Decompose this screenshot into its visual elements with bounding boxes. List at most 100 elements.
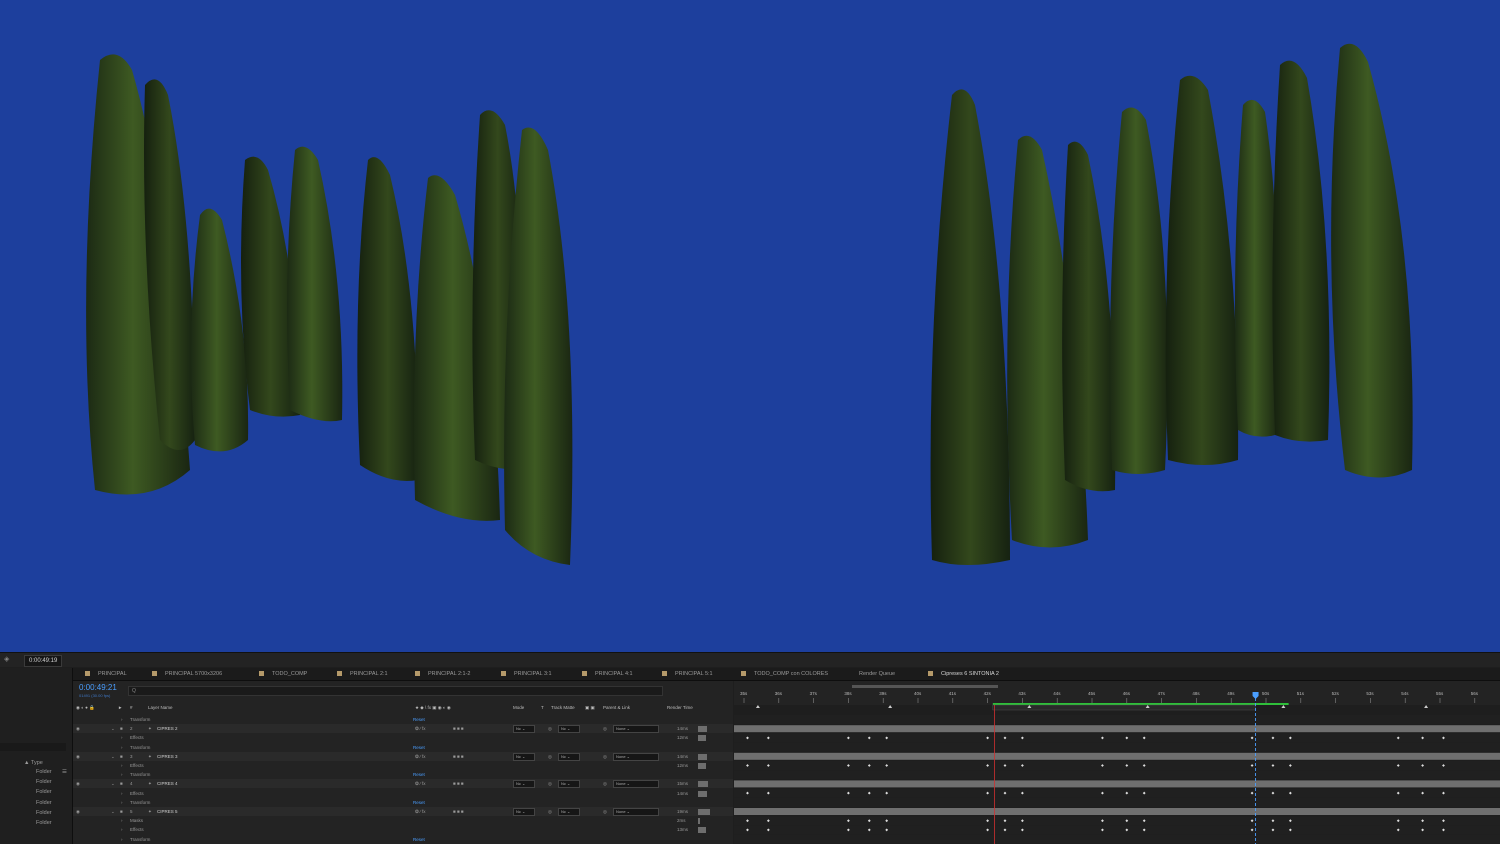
reset-link[interactable]: Reset [413,745,425,750]
property-group-label[interactable]: Effects [130,735,144,740]
project-item[interactable]: Folder [36,800,52,806]
project-item[interactable]: Folder [36,820,52,826]
property-group-label[interactable]: Transform [130,837,150,842]
type-column-header[interactable]: ▲ Type [24,760,43,766]
composition-viewer[interactable] [0,0,1500,652]
property-group-label[interactable]: Effects [130,763,144,768]
expand-chevron-icon[interactable]: › [121,791,123,796]
expand-chevron-icon[interactable]: › [121,837,123,842]
project-item[interactable]: Folder [36,779,52,785]
project-item[interactable]: Folder [36,769,52,775]
track-matte-select[interactable]: Nc ⌄ [558,725,580,734]
visibility-eye-icon[interactable]: ◉ [76,781,80,787]
property-row[interactable]: › Transform Reset [73,743,733,752]
layer-name[interactable]: CIPRES 4 [157,781,178,786]
layer-switches[interactable]: ❂ ∕ fx [415,754,426,760]
property-group-label[interactable]: Masks [130,818,143,823]
parent-select[interactable]: None ⌄ [613,752,659,761]
property-row[interactable]: › Effects 12ms [73,761,733,770]
expand-chevron-icon[interactable]: › [121,800,123,805]
visibility-eye-icon[interactable]: ◉ [76,809,80,815]
tab-composition[interactable]: TODO_COMP con COLORES [741,668,828,680]
property-row[interactable]: › Masks 2ms [73,816,733,825]
timeline-tracks[interactable]: 35s 36s 37s 38s 39s 40s 41s 42s 43s 44s 45s 46s 47s 4… [734,681,1500,844]
label-color-swatch[interactable]: ■ [120,781,123,786]
layer-switches[interactable]: ❂ ∕ fx [415,726,426,732]
tab-composition[interactable]: PRINCIPAL 4:1 [582,668,633,680]
expand-chevron-icon[interactable]: ⌄ [111,726,115,732]
expand-chevron-icon[interactable]: ⌄ [111,754,115,760]
tab-composition[interactable]: PRINCIPAL 2:1 [337,668,388,680]
property-row[interactable]: › Transform Reset [73,715,733,724]
layer-row[interactable]: ◉ ⌄ ■ 2 ✦ CIPRES 2 ❂ ∕ fx ■ ■ ■ Nc ⌄ ◎ Nc ⌄ ◎ None ⌄… [73,724,733,734]
property-row[interactable]: › Effects 13ms [73,825,733,834]
visibility-eye-icon[interactable]: ◉ [76,754,80,760]
project-item[interactable]: Folder [36,810,52,816]
viewer-timecode[interactable]: 0:00:49:19 [24,655,63,667]
reset-link[interactable]: Reset [413,717,425,722]
preserve-transparency-icon[interactable]: ◎ [548,781,552,787]
label-color-swatch[interactable]: ■ [120,754,123,759]
timeline-graph-area[interactable]: 35s 36s 37s 38s 39s 40s 41s 42s 43s 44s 45s 46s 47s 4… [734,681,1500,844]
layer-switches[interactable]: ❂ ∕ fx [415,781,426,787]
blend-mode-select[interactable]: Nc ⌄ [513,725,535,734]
current-time-display[interactable]: 0:00:49:21 [79,683,117,692]
property-group-label[interactable]: Effects [130,791,144,796]
tab-composition[interactable]: Cipreses 6 SINTONIA 2 [928,668,999,680]
preserve-transparency-icon[interactable]: ◎ [548,754,552,760]
track-matte-select[interactable]: Nc ⌄ [558,752,580,761]
tab-composition[interactable]: PRINCIPAL 5:1 [662,668,713,680]
property-group-label[interactable]: Transform [130,800,150,805]
layer-search-input[interactable]: Q [128,686,663,696]
property-row[interactable]: › Transform Reset [73,835,733,844]
snapshot-icon[interactable]: ◈ [4,656,12,664]
expand-chevron-icon[interactable]: › [121,735,123,740]
expand-chevron-icon[interactable]: ⌄ [111,809,115,815]
tab-composition[interactable]: PRINCIPAL 3:1 [501,668,552,680]
blend-mode-select[interactable]: Nc ⌄ [513,808,535,816]
layer-name[interactable]: CIPRES 2 [157,726,178,731]
track-matte-select[interactable]: Nc ⌄ [558,780,580,789]
tab-composition[interactable]: PRINCIPAL 5700x3206 [152,668,222,680]
layer-switch-boxes[interactable]: ■ ■ ■ [453,726,464,731]
expand-chevron-icon[interactable]: › [121,827,123,832]
col-layer-name[interactable]: Layer Name [148,705,173,710]
col-render-time[interactable]: Render Time [667,705,693,710]
property-row[interactable]: › Effects 12ms [73,733,733,742]
flowchart-icon[interactable]: ☰ [62,769,67,775]
expand-chevron-icon[interactable]: › [121,772,123,777]
parent-select[interactable]: None ⌄ [613,808,659,816]
tab-composition[interactable]: TODO_COMP [259,668,307,680]
tab-composition[interactable]: Render Queue [859,668,895,680]
property-group-label[interactable]: Transform [130,745,150,750]
track-matte-select[interactable]: Nc ⌄ [558,808,580,816]
label-color-swatch[interactable]: ■ [120,809,123,814]
property-row[interactable]: › Effects 14ms [73,789,733,798]
property-group-label[interactable]: Effects [130,827,144,832]
pick-whip-icon[interactable]: ◎ [603,809,607,815]
parent-select[interactable]: None ⌄ [613,725,659,734]
reset-link[interactable]: Reset [413,800,425,805]
col-track-matte[interactable]: Track Matte [551,705,575,710]
layer-switch-boxes[interactable]: ■ ■ ■ [453,754,464,759]
preserve-transparency-icon[interactable]: ◎ [548,809,552,815]
project-item[interactable]: Folder [36,789,52,795]
reset-link[interactable]: Reset [413,837,425,842]
expand-chevron-icon[interactable]: › [121,745,123,750]
reset-link[interactable]: Reset [413,772,425,777]
label-color-swatch[interactable]: ■ [120,726,123,731]
layer-switch-boxes[interactable]: ■ ■ ■ [453,781,464,786]
tab-composition[interactable]: PRINCIPAL [85,668,127,680]
property-row[interactable]: › Transform Reset [73,798,733,807]
col-mode[interactable]: Mode [513,705,524,710]
layer-row[interactable]: ◉ ⌄ ■ 3 ✦ CIPRES 3 ❂ ∕ fx ■ ■ ■ Nc ⌄ ◎ Nc ⌄ ◎ None ⌄… [73,751,733,761]
layer-switch-boxes[interactable]: ■ ■ ■ [453,809,464,814]
layer-row[interactable]: ◉ ⌄ ■ 4 ✦ CIPRES 4 ❂ ∕ fx ■ ■ ■ Nc ⌄ ◎ Nc ⌄ ◎ None ⌄… [73,779,733,789]
property-group-label[interactable]: Transform [130,772,150,777]
property-row[interactable]: › Transform Reset [73,770,733,779]
layer-name[interactable]: CIPRES 3 [157,754,178,759]
property-group-label[interactable]: Transform [130,717,150,722]
layer-name[interactable]: CIPRES 5 [157,809,178,814]
layer-switches[interactable]: ❂ ∕ fx [415,809,426,815]
col-parent[interactable]: Parent & Link [603,705,630,710]
